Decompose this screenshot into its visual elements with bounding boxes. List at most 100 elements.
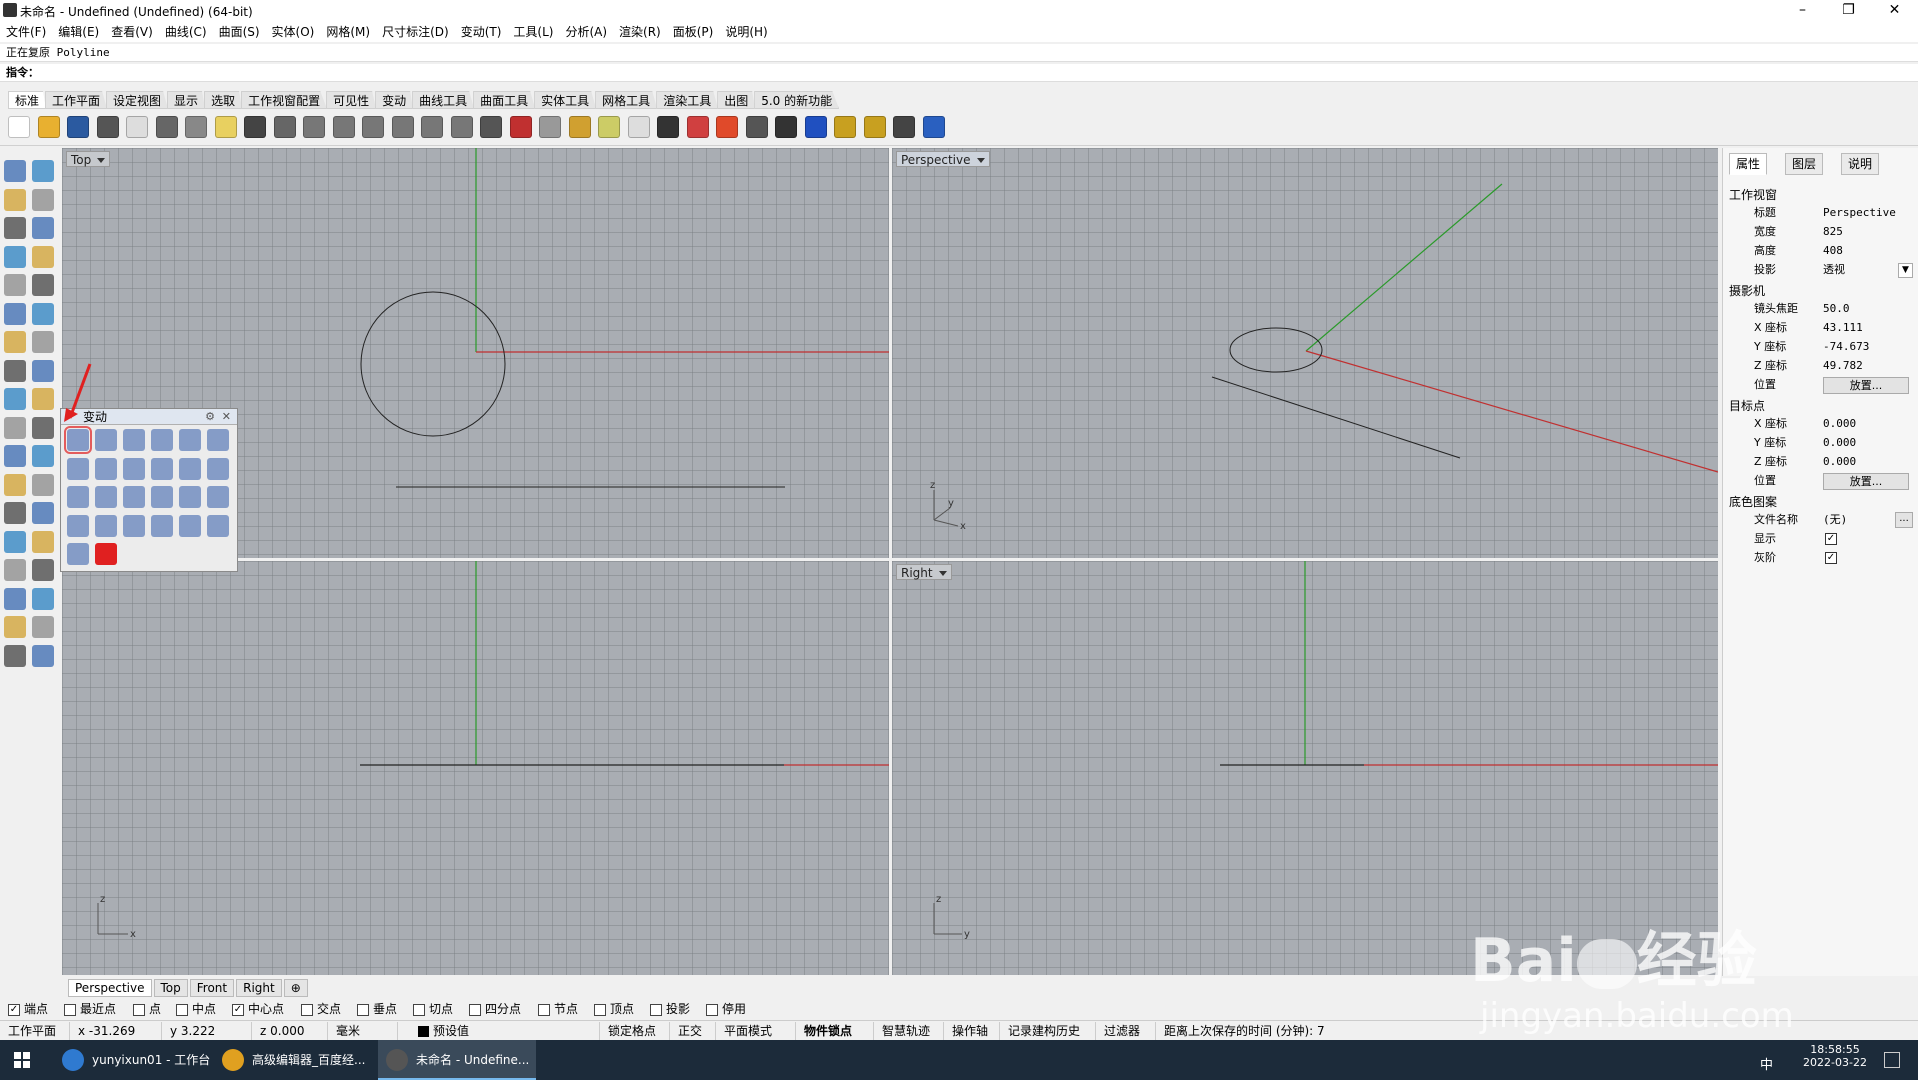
osnap-checkbox[interactable] <box>176 1003 188 1016</box>
status-toggle[interactable]: 记录建构历史 <box>1000 1022 1096 1040</box>
select-icon[interactable] <box>4 160 26 182</box>
open-file-icon[interactable] <box>37 116 60 138</box>
panel-tab[interactable]: 图层 <box>1785 153 1824 175</box>
taskbar-app[interactable]: yunyixun01 - 工作台 <box>54 1040 212 1080</box>
taskbar-app[interactable]: 未命名 - Undefine... <box>378 1040 536 1080</box>
zoom-extents-icon[interactable] <box>391 116 414 138</box>
menu-item[interactable]: 编辑(E) <box>52 22 105 42</box>
property-row[interactable]: Z 座标 49.782 <box>1723 357 1918 376</box>
osnap-item[interactable]: 四分点 <box>469 1002 521 1016</box>
undo-icon[interactable] <box>244 116 266 138</box>
sphere-icon[interactable] <box>32 445 54 467</box>
explode-icon[interactable] <box>32 388 54 410</box>
property-row[interactable]: 投影 透视 <box>1723 261 1918 280</box>
circle-icon[interactable] <box>4 217 26 239</box>
status-toggle[interactable]: 过滤器 <box>1096 1022 1156 1040</box>
menu-item[interactable]: 变动(T) <box>455 22 508 42</box>
array-icon[interactable] <box>4 587 26 610</box>
property-row[interactable]: X 座标 0.000 <box>1723 415 1918 434</box>
zoom-icon[interactable] <box>332 116 355 138</box>
rotate-icon[interactable] <box>450 116 473 138</box>
toolbar-tab[interactable]: 工作视窗配置 <box>241 91 328 109</box>
toolbar-tab[interactable]: 网格工具 <box>595 91 658 109</box>
mirror-icon[interactable] <box>207 429 229 451</box>
car-icon[interactable] <box>509 116 532 138</box>
rotate2d-icon[interactable] <box>123 429 145 451</box>
camera-place-button[interactable]: 放置... <box>1823 377 1909 394</box>
file-browse-button[interactable]: ... <box>1895 512 1913 528</box>
shear2-icon[interactable] <box>151 514 173 537</box>
check-icon[interactable] <box>32 616 54 638</box>
toolbar-tab[interactable]: 可见性 <box>326 91 377 109</box>
material-icon[interactable] <box>686 116 709 138</box>
zoom-window-icon[interactable] <box>362 116 384 138</box>
menu-item[interactable]: 曲面(S) <box>213 22 266 42</box>
align-icon[interactable] <box>32 530 54 553</box>
windows-start-icon[interactable] <box>14 1052 30 1068</box>
osnap-item[interactable]: 最近点 <box>64 1002 116 1016</box>
close-button[interactable]: ✕ <box>1872 0 1917 22</box>
osnap-checkbox[interactable] <box>650 1003 662 1016</box>
splop-icon[interactable] <box>179 514 201 537</box>
scale-icon[interactable] <box>151 429 173 451</box>
point-icon[interactable] <box>32 160 54 182</box>
light-icon[interactable] <box>627 116 650 138</box>
trim-icon[interactable] <box>4 416 26 439</box>
osnap-item[interactable]: 停用 <box>706 1002 746 1016</box>
osnap-checkbox[interactable] <box>64 1003 76 1016</box>
osnap-checkbox[interactable]: ✓ <box>8 1003 20 1016</box>
smooth-icon[interactable] <box>95 514 117 537</box>
menu-item[interactable]: 网格(M) <box>320 22 376 42</box>
menu-item[interactable]: 面板(P) <box>667 22 720 42</box>
shear-icon[interactable] <box>67 514 89 537</box>
flow-icon[interactable] <box>151 486 173 508</box>
palette-close-icon[interactable]: ✕ <box>222 409 231 425</box>
circle-curve[interactable] <box>360 291 506 437</box>
menu-item[interactable]: 查看(V) <box>105 22 159 42</box>
taskbar-app[interactable]: 高级编辑器_百度经... <box>214 1040 372 1080</box>
osnap-checkbox[interactable] <box>133 1003 145 1016</box>
property-row[interactable]: 高度 408 <box>1723 242 1918 261</box>
solid-box-icon[interactable] <box>4 331 26 353</box>
status-toggle[interactable]: 锁定格点 <box>600 1022 670 1040</box>
status-toggle[interactable]: 物件锁点 <box>796 1022 874 1040</box>
split-icon[interactable] <box>32 416 54 439</box>
status-toggle[interactable]: 操作轴 <box>944 1022 1000 1040</box>
display-mode-icon[interactable] <box>539 116 561 138</box>
rotate3d-icon[interactable] <box>95 457 117 480</box>
surface-icon[interactable] <box>4 302 26 325</box>
array-polar-icon[interactable] <box>95 486 117 508</box>
extrude-icon[interactable] <box>32 302 54 325</box>
history-icon[interactable] <box>32 587 54 610</box>
options-icon[interactable] <box>834 116 856 138</box>
blend-icon[interactable] <box>32 473 54 496</box>
gear-icon[interactable] <box>863 116 886 138</box>
toolbar-tab[interactable]: 显示 <box>167 91 206 109</box>
toolbar-tab[interactable]: 渲染工具 <box>656 91 719 109</box>
viewport-perspective[interactable]: Perspective z y x <box>892 148 1718 558</box>
viewport-front[interactable]: z x <box>62 561 889 975</box>
offset-icon[interactable] <box>4 473 26 496</box>
polyline-icon[interactable] <box>4 188 26 211</box>
text-icon[interactable] <box>4 502 26 524</box>
toolbar-tab[interactable]: 5.0 的新功能 <box>754 91 840 109</box>
osnap-item[interactable]: 中点 <box>176 1002 216 1016</box>
circle-curve[interactable] <box>1229 327 1323 373</box>
osnap-item[interactable]: 垂点 <box>357 1002 397 1016</box>
mesh-icon[interactable] <box>32 359 54 382</box>
osnap-item[interactable]: ✓ 端点 <box>8 1002 48 1016</box>
four-viewports-icon[interactable] <box>480 116 502 138</box>
arc-icon[interactable] <box>4 274 26 296</box>
arrow-next-icon[interactable] <box>95 543 117 565</box>
status-toggle[interactable]: 正交 <box>670 1022 716 1040</box>
cplane-icon[interactable] <box>568 116 591 138</box>
ime-indicator[interactable]: 中 <box>1760 1054 1773 1073</box>
osnap-item[interactable]: 点 <box>133 1002 161 1016</box>
menu-item[interactable]: 文件(F) <box>0 22 52 42</box>
osnap-item[interactable]: 节点 <box>538 1002 578 1016</box>
group-icon[interactable] <box>4 445 26 467</box>
viewport-tab[interactable]: Top <box>153 979 188 997</box>
menu-item[interactable]: 分析(A) <box>559 22 613 42</box>
boolean-icon[interactable] <box>32 331 54 353</box>
toolbar-tab[interactable]: 出图 <box>717 91 756 109</box>
